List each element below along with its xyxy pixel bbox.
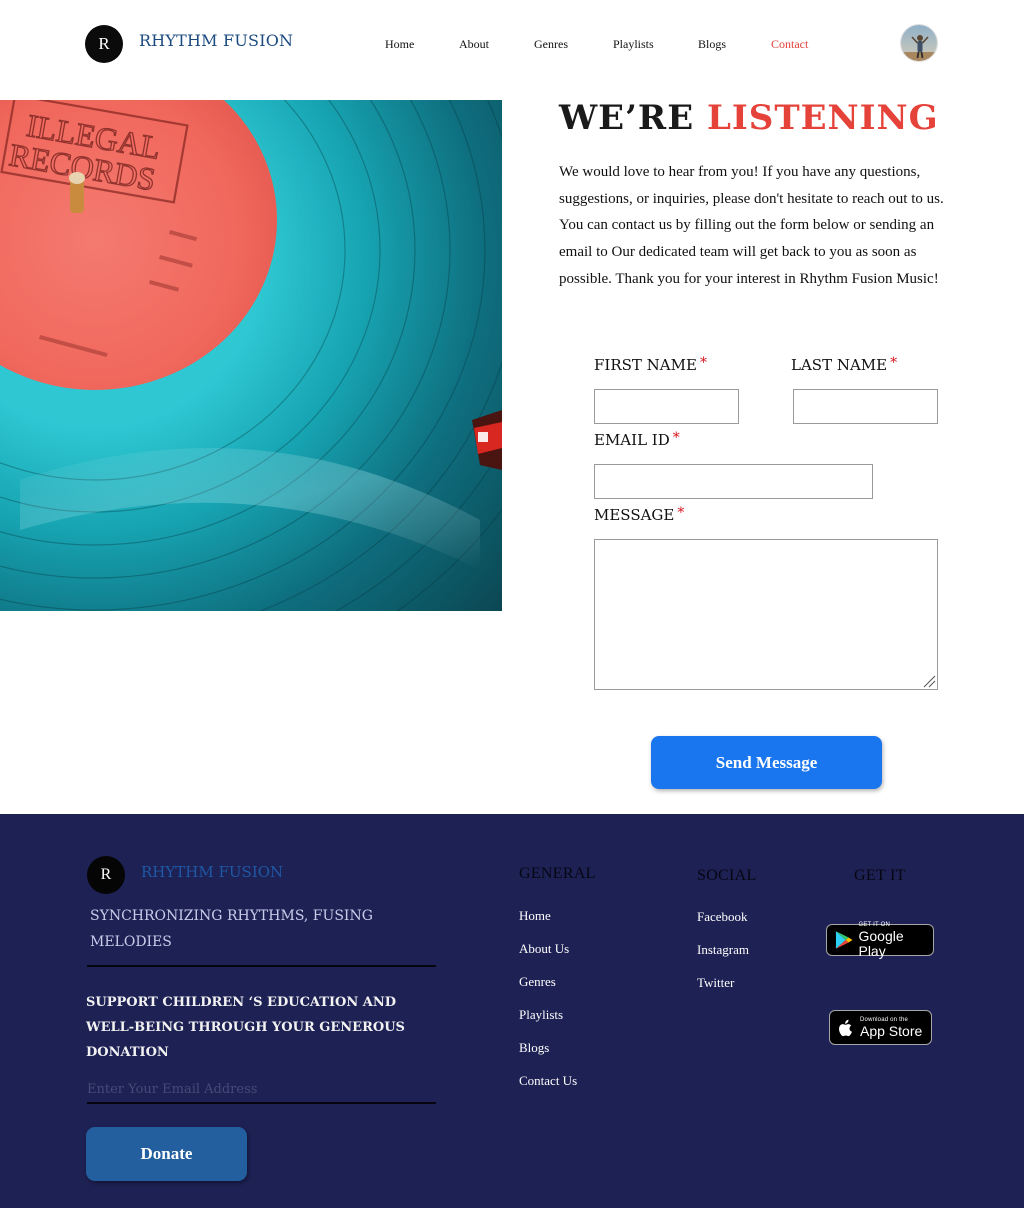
- required-mark: *: [890, 355, 898, 371]
- footer-link-home[interactable]: Home: [519, 908, 551, 924]
- footer-link-playlists[interactable]: Playlists: [519, 1007, 563, 1023]
- user-avatar[interactable]: [900, 24, 938, 62]
- google-play-icon: [835, 931, 853, 949]
- footer-divider: [87, 965, 436, 967]
- nav-playlists[interactable]: Playlists: [613, 37, 654, 52]
- apple-icon: [839, 1019, 852, 1036]
- footer-link-about[interactable]: About Us: [519, 941, 569, 957]
- footer-link-instagram[interactable]: Instagram: [697, 942, 749, 958]
- donation-text: SUPPORT CHILDREN ‘S EDUCATION AND WELL-B…: [86, 995, 405, 1060]
- footer-email-input[interactable]: [87, 1076, 436, 1104]
- first-name-input[interactable]: [594, 389, 739, 424]
- vinyl-record-image: ILLEGAL RECORDS: [0, 100, 502, 611]
- title-part-2: LISTENING: [706, 98, 939, 138]
- message-label: MESSAGE *: [594, 505, 685, 524]
- nav-home[interactable]: Home: [385, 37, 414, 52]
- footer-logo-icon[interactable]: R: [87, 856, 125, 894]
- donate-button[interactable]: Donate: [86, 1127, 247, 1181]
- required-mark: *: [677, 505, 685, 521]
- email-input[interactable]: [594, 464, 873, 499]
- nav-contact[interactable]: Contact: [771, 37, 808, 52]
- footer-link-genres[interactable]: Genres: [519, 974, 556, 990]
- last-name-label-text: LAST NAME: [791, 356, 888, 374]
- last-name-label: LAST NAME *: [791, 355, 898, 374]
- footer-logo-letter: R: [100, 866, 112, 883]
- first-name-label: FIRST NAME *: [594, 355, 707, 374]
- intro-paragraph: We would love to hear from you! If you h…: [559, 164, 944, 287]
- nav-blogs[interactable]: Blogs: [698, 37, 726, 52]
- site-footer: R RHYTHM FUSION SYNCHRONIZING RHYTHMS, F…: [0, 814, 1024, 1208]
- required-mark: *: [699, 355, 707, 371]
- app-store-big-text: App Store: [860, 1022, 923, 1039]
- page-title: WE’RE LISTENING: [559, 98, 939, 138]
- footer-link-facebook[interactable]: Facebook: [697, 909, 748, 925]
- avatar-photo-icon: [901, 25, 937, 61]
- send-message-button[interactable]: Send Message: [651, 736, 882, 789]
- message-label-text: MESSAGE: [594, 506, 675, 524]
- resize-grip-icon[interactable]: [920, 672, 936, 688]
- social-heading: SOCIAL: [697, 867, 757, 884]
- general-heading: GENERAL: [519, 865, 596, 882]
- app-store-badge[interactable]: Download on the App Store: [829, 1010, 932, 1045]
- nav-genres[interactable]: Genres: [534, 37, 568, 52]
- first-name-label-text: FIRST NAME: [594, 356, 697, 374]
- site-header: R RHYTHM FUSION Home About Genres Playli…: [0, 0, 1024, 90]
- required-mark: *: [672, 430, 680, 446]
- footer-link-twitter[interactable]: Twitter: [697, 975, 734, 991]
- last-name-input[interactable]: [793, 389, 938, 424]
- vinyl-record-icon: ILLEGAL RECORDS: [0, 100, 502, 611]
- footer-brand-name[interactable]: RHYTHM FUSION: [141, 863, 283, 881]
- email-label-text: EMAIL ID: [594, 431, 670, 449]
- footer-link-contact[interactable]: Contact Us: [519, 1073, 577, 1089]
- get-it-heading: GET IT: [854, 867, 906, 884]
- google-play-big-text: Google Play: [858, 927, 904, 959]
- footer-tagline: SYNCHRONIZING RHYTHMS, FUSING MELODIES: [90, 908, 373, 950]
- title-part-1: WE’RE: [559, 98, 695, 138]
- message-textarea[interactable]: [594, 539, 938, 690]
- footer-link-blogs[interactable]: Blogs: [519, 1040, 549, 1056]
- nav-about[interactable]: About: [459, 37, 489, 52]
- google-play-badge[interactable]: GET IT ON Google Play: [826, 922, 934, 959]
- email-label: EMAIL ID *: [594, 430, 680, 449]
- main-nav: Home About Genres Playlists Blogs Contac…: [0, 37, 1024, 53]
